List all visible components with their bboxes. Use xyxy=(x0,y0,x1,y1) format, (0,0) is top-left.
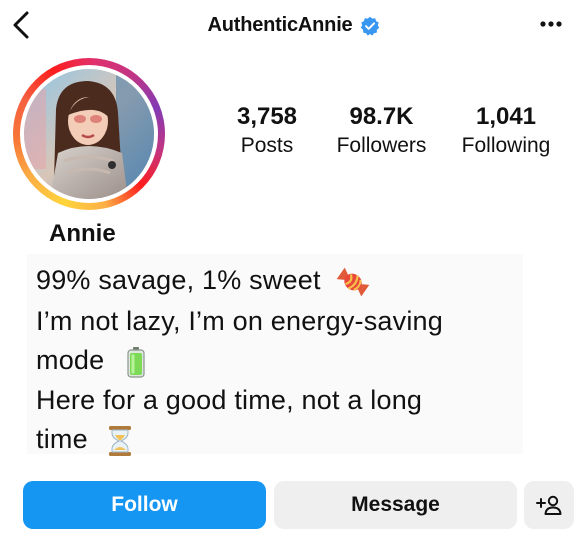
profile-stats: 3,758 Posts 98.7K Followers 1,041 Follow… xyxy=(225,102,570,160)
stat-followers[interactable]: 98.7K Followers xyxy=(319,102,444,160)
more-horizontal-icon xyxy=(540,21,562,27)
posts-count: 3,758 xyxy=(236,103,298,130)
stat-posts[interactable]: 3,758 Posts xyxy=(225,102,309,160)
profile-header: AuthenticAnnie xyxy=(0,0,588,56)
bio-line: Here for a good time, not a long xyxy=(36,385,423,415)
display-name: Annie xyxy=(49,220,116,247)
followers-count: 98.7K xyxy=(349,103,414,130)
bio-line: mode xyxy=(36,345,105,375)
avatar xyxy=(24,69,154,199)
bio-line: 99% savage, 1% sweet xyxy=(36,265,321,295)
profile-photo xyxy=(24,69,154,199)
follow-button[interactable]: Follow xyxy=(23,481,266,529)
candy-icon xyxy=(337,267,370,297)
following-count: 1,041 xyxy=(475,103,537,130)
story-ring[interactable] xyxy=(13,58,165,210)
followers-label: Followers xyxy=(336,134,427,157)
hourglass-icon xyxy=(108,425,131,456)
posts-label: Posts xyxy=(240,134,294,157)
more-options-button[interactable] xyxy=(536,10,566,38)
suggested-users-button[interactable] xyxy=(524,481,574,529)
battery-icon xyxy=(127,346,145,378)
verified-badge-icon xyxy=(361,16,380,36)
username-title: AuthenticAnnie xyxy=(207,14,353,36)
bio-line: time xyxy=(36,424,88,454)
bio-line: I’m not lazy, I’m on energy-saving xyxy=(36,306,443,336)
stat-following[interactable]: 1,041 Following xyxy=(452,102,560,160)
following-label: Following xyxy=(461,134,551,157)
add-person-icon xyxy=(536,495,562,515)
message-button[interactable]: Message xyxy=(274,481,517,529)
